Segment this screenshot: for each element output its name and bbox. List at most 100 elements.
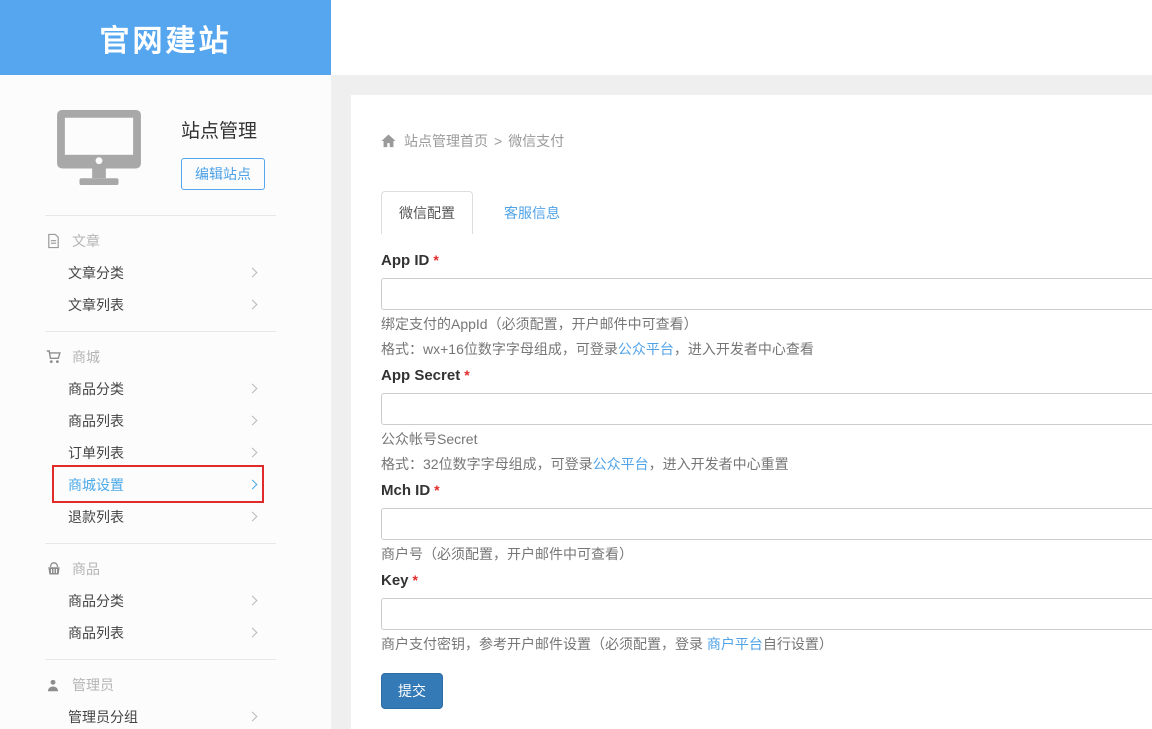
sidebar-item-商城设置[interactable]: 商城设置 — [0, 469, 331, 501]
chevron-right-icon — [248, 712, 258, 722]
sidebar-item-退款列表[interactable]: 退款列表 — [0, 501, 331, 533]
sidebar-item-label: 商品列表 — [68, 411, 124, 431]
main-area: 站点管理首页 > 微信支付 微信配置客服信息 App ID* 绑定支付的AppId… — [331, 0, 1152, 729]
chevron-right-icon — [248, 448, 258, 458]
basket-icon — [46, 561, 62, 577]
sidebar-section-header: 文章 — [0, 225, 331, 257]
home-icon — [381, 134, 396, 148]
help-text-segment: 商户号（必须配置，开户邮件中可查看） — [381, 546, 633, 562]
sidebar-item-label: 商品分类 — [68, 591, 124, 611]
site-panel: 站点管理 编辑站点 — [0, 75, 331, 191]
help-link[interactable]: 商户平台 — [707, 636, 763, 652]
submit-button[interactable]: 提交 — [381, 673, 443, 709]
sidebar-section: 管理员管理员分组 — [0, 660, 331, 729]
sidebar-item-商品分类[interactable]: 商品分类 — [0, 373, 331, 405]
content-background: 站点管理首页 > 微信支付 微信配置客服信息 App ID* 绑定支付的AppId… — [331, 75, 1152, 729]
sidebar-section: 文章文章分类文章列表 — [0, 216, 331, 321]
chevron-right-icon — [248, 300, 258, 310]
sidebar-section-label: 商城 — [72, 347, 100, 367]
sidebar-item-文章列表[interactable]: 文章列表 — [0, 289, 331, 321]
field-help-text: 格式：wx+16位数字字母组成，可登录公众平台，进入开发者中心查看 — [381, 339, 1152, 360]
field-label: Mch ID* — [381, 481, 1152, 500]
breadcrumb-separator: > — [494, 133, 502, 149]
field-label: App Secret* — [381, 366, 1152, 385]
help-link[interactable]: 公众平台 — [593, 456, 649, 472]
help-text-segment: 公众帐号Secret — [381, 431, 477, 447]
mch-id-input[interactable] — [381, 508, 1152, 540]
breadcrumb-home-link[interactable]: 站点管理首页 — [404, 131, 488, 151]
chevron-right-icon — [248, 596, 258, 606]
chevron-right-icon — [248, 512, 258, 522]
sidebar-item-商品列表[interactable]: 商品列表 — [0, 617, 331, 649]
help-link[interactable]: 公众平台 — [618, 341, 674, 357]
sidebar-item-label: 商品分类 — [68, 379, 124, 399]
form-field-App ID: App ID* 绑定支付的AppId（必须配置，开户邮件中可查看） 格式：wx+16… — [381, 251, 1152, 360]
admin-icon — [46, 677, 62, 693]
tab-客服信息[interactable]: 客服信息 — [487, 192, 577, 234]
field-help-text: 商户号（必须配置，开户邮件中可查看） — [381, 544, 1152, 565]
content-card: 站点管理首页 > 微信支付 微信配置客服信息 App ID* 绑定支付的AppId… — [351, 95, 1152, 729]
sidebar-section-header: 商品 — [0, 553, 331, 585]
sidebar-item-商品分类[interactable]: 商品分类 — [0, 585, 331, 617]
sidebar-item-label: 文章分类 — [68, 263, 124, 283]
sidebar-item-label: 文章列表 — [68, 295, 124, 315]
sidebar-section-label: 管理员 — [72, 675, 114, 695]
field-help-text: 格式：32位数字字母组成，可登录公众平台，进入开发者中心重置 — [381, 454, 1152, 475]
sidebar-section-header: 商城 — [0, 341, 331, 373]
field-help-text: 商户支付密钥，参考开户邮件设置（必须配置，登录 商户平台自行设置） — [381, 634, 1152, 655]
help-text-segment: ，进入开发者中心重置 — [649, 456, 789, 472]
sidebar-item-订单列表[interactable]: 订单列表 — [0, 437, 331, 469]
sidebar-item-label: 退款列表 — [68, 507, 124, 527]
form-field-App Secret: App Secret* 公众帐号Secret 格式：32位数字字母组成，可登录公众平… — [381, 366, 1152, 475]
required-asterisk: * — [464, 367, 469, 383]
brand-title: 官网建站 — [100, 16, 232, 60]
field-label: Key* — [381, 571, 1152, 590]
field-help-text: 公众帐号Secret — [381, 429, 1152, 450]
site-title: 站点管理 — [181, 116, 265, 143]
app-id-input[interactable] — [381, 278, 1152, 310]
edit-site-button[interactable]: 编辑站点 — [181, 158, 265, 190]
form-field-Key: Key* 商户支付密钥，参考开户邮件设置（必须配置，登录 商户平台自行设置） — [381, 571, 1152, 655]
sidebar-item-label: 商品列表 — [68, 623, 124, 643]
sidebar-item-商品列表[interactable]: 商品列表 — [0, 405, 331, 437]
chevron-right-icon — [248, 384, 258, 394]
sidebar-section-label: 商品 — [72, 559, 100, 579]
tab-微信配置[interactable]: 微信配置 — [381, 191, 473, 234]
wechat-config-form: App ID* 绑定支付的AppId（必须配置，开户邮件中可查看） 格式：wx+16… — [381, 251, 1152, 655]
sidebar-section-label: 文章 — [72, 231, 100, 251]
sidebar-item-文章分类[interactable]: 文章分类 — [0, 257, 331, 289]
sidebar-section: 商品商品分类商品列表 — [0, 544, 331, 649]
cart-icon — [46, 349, 62, 365]
sidebar-menu: 文章文章分类文章列表商城商品分类商品列表订单列表商城设置退款列表商品商品分类商品… — [0, 215, 331, 729]
sidebar-item-label: 订单列表 — [68, 443, 124, 463]
field-label: App ID* — [381, 251, 1152, 270]
required-asterisk: * — [413, 572, 418, 588]
breadcrumb: 站点管理首页 > 微信支付 — [381, 131, 1152, 151]
form-field-Mch ID: Mch ID* 商户号（必须配置，开户邮件中可查看） — [381, 481, 1152, 565]
help-text-segment: 商户支付密钥，参考开户邮件设置（必须配置，登录 — [381, 636, 707, 652]
sidebar-item-label: 管理员分组 — [68, 707, 138, 727]
sidebar: 站点管理 编辑站点 文章文章分类文章列表商城商品分类商品列表订单列表商城设置退款… — [0, 75, 331, 729]
chevron-right-icon — [248, 268, 258, 278]
monitor-icon — [55, 108, 143, 191]
required-asterisk: * — [433, 252, 438, 268]
help-text-segment: 自行设置） — [763, 636, 833, 652]
required-asterisk: * — [434, 482, 439, 498]
help-text-segment: 格式：wx+16位数字字母组成，可登录 — [381, 341, 618, 357]
help-text-segment: 绑定支付的AppId（必须配置，开户邮件中可查看） — [381, 316, 698, 332]
app-secret-input[interactable] — [381, 393, 1152, 425]
chevron-right-icon — [248, 628, 258, 638]
sidebar-item-管理员分组[interactable]: 管理员分组 — [0, 701, 331, 729]
sidebar-section-header: 管理员 — [0, 669, 331, 701]
chevron-right-icon — [248, 416, 258, 426]
key-input[interactable] — [381, 598, 1152, 630]
tab-bar: 微信配置客服信息 — [381, 191, 1152, 234]
help-text-segment: ，进入开发者中心查看 — [674, 341, 814, 357]
chevron-right-icon — [248, 480, 258, 490]
sidebar-item-label: 商城设置 — [68, 475, 124, 495]
brand-header: 官网建站 — [0, 0, 331, 75]
article-icon — [46, 233, 62, 249]
field-help-text: 绑定支付的AppId（必须配置，开户邮件中可查看） — [381, 314, 1152, 335]
sidebar-section: 商城商品分类商品列表订单列表商城设置退款列表 — [0, 332, 331, 533]
breadcrumb-current: 微信支付 — [508, 131, 564, 151]
